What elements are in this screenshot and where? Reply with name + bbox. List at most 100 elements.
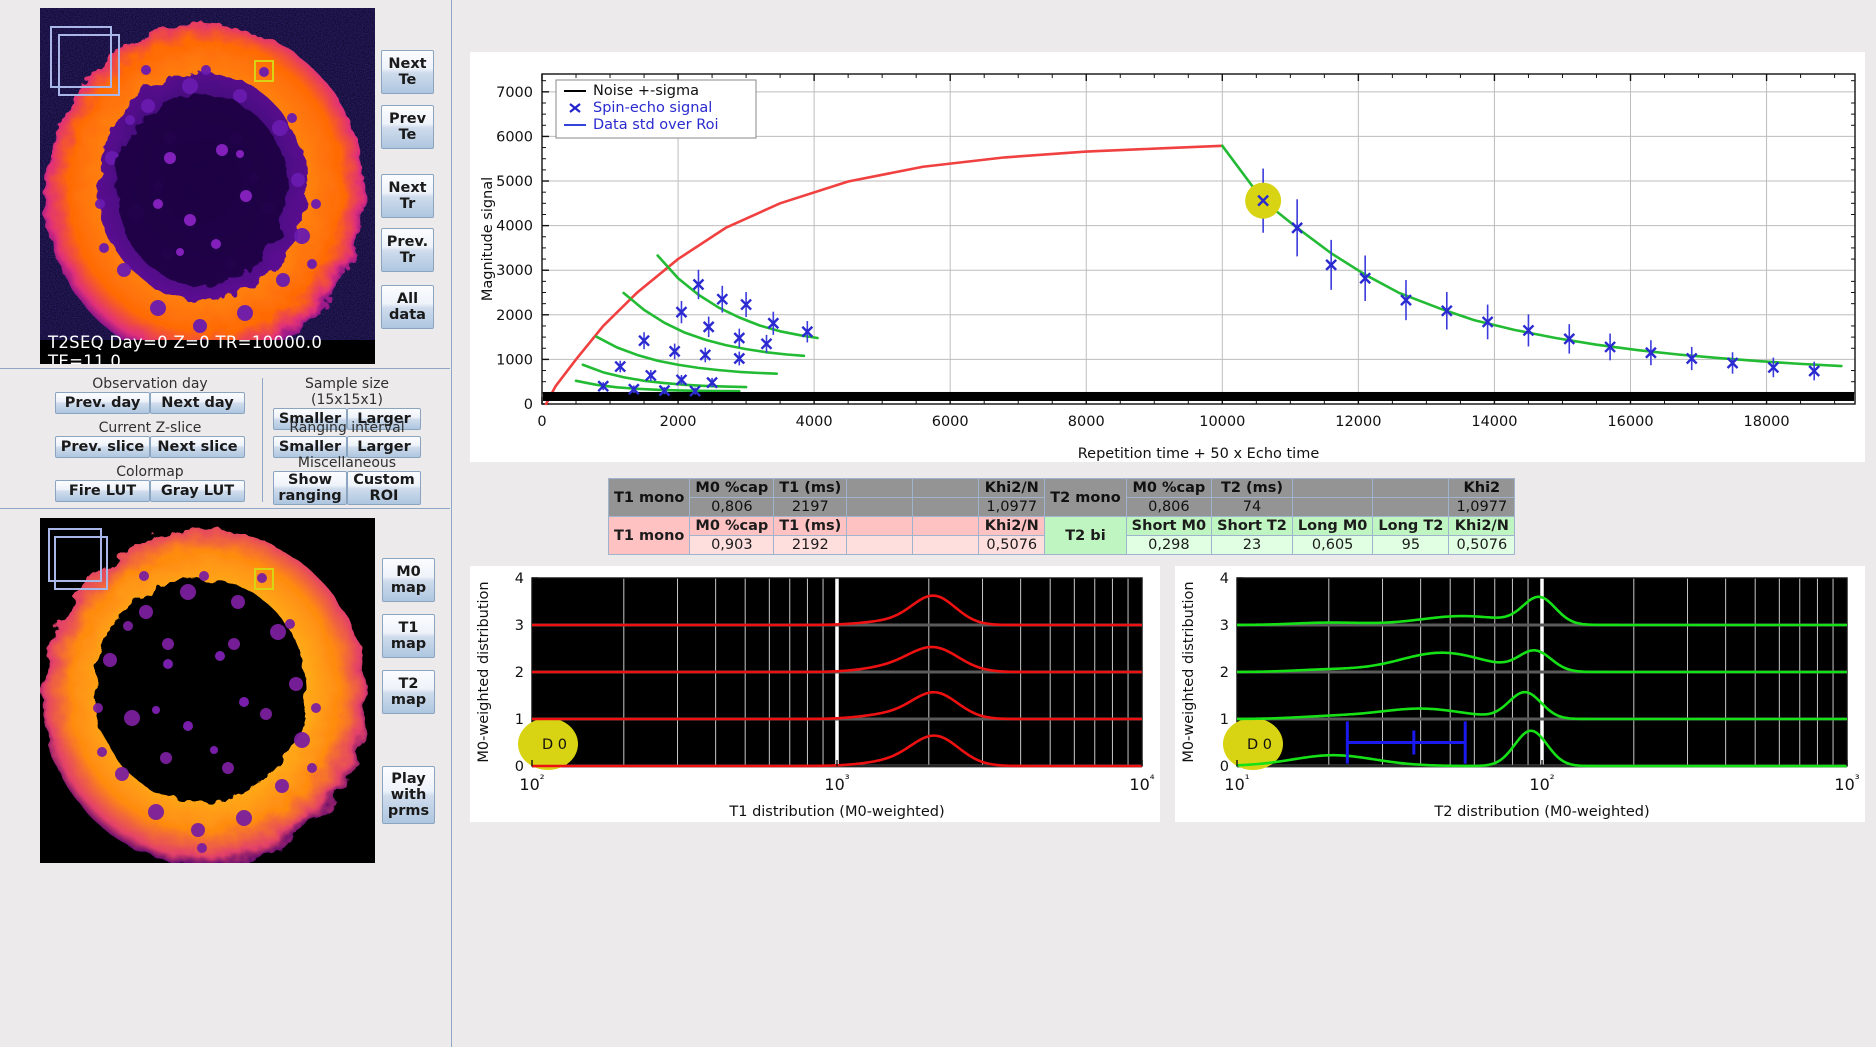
gray-lut-button[interactable]: Gray LUT	[150, 480, 245, 502]
t2-bi-v2: 0,605	[1291, 535, 1374, 555]
main-signal-plot[interactable]: 0 1000 2000 3000 4000 5000 6000 7000 0 2000 4000 60…	[470, 52, 1865, 462]
sample-box-bottom[interactable]	[254, 568, 274, 590]
t2-mono-v0: 0,806	[1125, 497, 1213, 517]
main-signal-plot-canvas[interactable]: 0 1000 2000 3000 4000 5000 6000 7000 0 2000 4000 60…	[470, 52, 1865, 462]
t1-distribution-plot[interactable]: 01234D 0 10² 10³ 10⁴ T1 distribution (M0-wei…	[470, 566, 1160, 822]
prev-tr-line1: Prev.	[386, 233, 429, 250]
svg-text:3: 3	[1220, 618, 1229, 634]
t1-mono-row-label: T1 mono	[607, 478, 691, 517]
t2-mono-h1: T2 (ms)	[1211, 478, 1293, 498]
t1-bi-v2	[846, 535, 914, 555]
miscellaneous-group: Miscellaneous Show ranging Custom ROI	[273, 455, 421, 505]
play-with-prms-button[interactable]: Play with prms	[382, 766, 435, 824]
ranging-interval-caption: Ranging interval	[289, 420, 405, 436]
t2-mono-v2	[1291, 497, 1374, 517]
prev-day-button[interactable]: Prev. day	[55, 392, 150, 414]
observation-day-caption: Observation day	[92, 376, 208, 392]
svg-text:0: 0	[537, 414, 546, 430]
svg-text:0: 0	[524, 397, 533, 413]
t1-bi-v4: 0,5076	[978, 535, 1046, 555]
fire-lut-button[interactable]: Fire LUT	[55, 480, 150, 502]
t2-distribution-canvas[interactable]: 01234D 010¹ 10² 10³T2 distribution (M0-wei…	[1175, 566, 1865, 822]
t1-mono-v1: 2197	[773, 497, 848, 517]
t2-mono-h0: M0 %cap	[1125, 478, 1213, 498]
legend-label-1: Spin-echo signal	[593, 100, 712, 116]
svg-text:2000: 2000	[660, 414, 697, 430]
controls-bottom-divider	[0, 508, 450, 509]
sample-box-top[interactable]	[254, 60, 274, 82]
t2-bi-h2: Long M0	[1291, 516, 1374, 536]
next-tr-button[interactable]: Next Tr	[381, 174, 434, 218]
mri-image-bottom[interactable]	[40, 518, 375, 863]
next-te-line1: Next	[388, 55, 427, 72]
roi-box-inner[interactable]	[58, 34, 120, 96]
svg-text:2000: 2000	[496, 308, 533, 324]
next-te-button[interactable]: Next Te	[381, 50, 434, 94]
left-panel-divider	[451, 0, 452, 1047]
svg-text:3000: 3000	[496, 263, 533, 279]
prev-tr-line2: Tr	[399, 250, 416, 266]
all-data-line2: data	[389, 307, 426, 323]
dist-ylabel: M0-weighted distribution	[1181, 581, 1197, 762]
t2-map-line1: T2	[398, 675, 419, 692]
t2-mono-v1: 74	[1211, 497, 1293, 517]
colormap-caption: Colormap	[116, 464, 184, 480]
show-ranging-button[interactable]: Show ranging	[273, 471, 347, 505]
day-badge-label: D 0	[542, 737, 567, 753]
t2-map-button[interactable]: T2 map	[382, 670, 435, 714]
dist-ylabel: M0-weighted distribution	[476, 581, 492, 762]
t2-mono-v3	[1372, 497, 1450, 517]
right-background	[470, 826, 1865, 838]
svg-text:1: 1	[1220, 712, 1229, 728]
fit-parameters-table: T1 mono M0 %cap T1 (ms) Khi2/N T2 mono M…	[607, 478, 1516, 555]
m0-map-line1: M0	[396, 563, 421, 580]
dist-xlabel: T2 distribution (M0-weighted)	[1433, 804, 1649, 820]
next-te-line2: Te	[398, 72, 417, 88]
t1-map-line1: T1	[398, 619, 419, 636]
z-slice-caption: Current Z-slice	[98, 420, 202, 436]
roi-box-inner-bottom[interactable]	[54, 536, 108, 590]
sample-size-caption: Sample size (15x15x1)	[304, 376, 390, 408]
mri-image-top[interactable]: T2SEQ Day=0 Z=0 TR=10000.0 TE=11.0	[40, 8, 375, 364]
t2-distribution-plot[interactable]: 01234D 0 10¹ 10² 10³ T2 distribution (M0-wei…	[1175, 566, 1865, 822]
main-plot-ylabel: Magnitude signal	[480, 177, 496, 301]
t2-bi-h0: Short M0	[1125, 516, 1213, 536]
prev-te-line2: Te	[398, 127, 417, 143]
t1-map-line2: map	[390, 636, 427, 652]
svg-text:4000: 4000	[796, 414, 833, 430]
all-data-button[interactable]: All data	[381, 285, 434, 329]
custom-roi-button[interactable]: Custom ROI	[347, 471, 421, 505]
prev-slice-button[interactable]: Prev. slice	[55, 436, 150, 458]
z-slice-group: Current Z-slice Prev. slice Next slice	[55, 420, 245, 458]
prev-te-button[interactable]: Prev Te	[381, 105, 434, 149]
t1-mono-h1: T1 (ms)	[773, 478, 848, 498]
t2-bi-v1: 23	[1211, 535, 1293, 555]
t2-mono-v4: 1,0977	[1448, 497, 1516, 517]
t1-bi-v1: 2192	[773, 535, 848, 555]
t2-bi-h3: Long T2	[1372, 516, 1450, 536]
svg-text:16000: 16000	[1607, 414, 1653, 430]
t2-mono-h2	[1291, 478, 1374, 498]
svg-text:8000: 8000	[1068, 414, 1105, 430]
t2-bi-row-label: T2 bi	[1044, 516, 1127, 555]
prev-tr-button[interactable]: Prev. Tr	[381, 228, 434, 272]
t1-mono-h4: Khi2/N	[978, 478, 1046, 498]
svg-text:7000: 7000	[496, 85, 533, 101]
m0-map-line2: map	[390, 580, 427, 596]
m0-map-button[interactable]: M0 map	[382, 558, 435, 602]
play-prms-line2: with	[390, 786, 427, 803]
t1-map-button[interactable]: T1 map	[382, 614, 435, 658]
next-tr-line2: Tr	[399, 196, 416, 212]
t1-bi-v0: 0,903	[689, 535, 775, 555]
play-prms-line3: prms	[387, 803, 430, 820]
t2-mono-h4: Khi2	[1448, 478, 1516, 498]
ranging-interval-group: Ranging interval Smaller Larger	[273, 420, 421, 458]
t2-mono-row-label: T2 mono	[1044, 478, 1127, 517]
svg-text:4: 4	[1220, 571, 1229, 587]
t2-map-line2: map	[390, 692, 427, 708]
next-slice-button[interactable]: Next slice	[150, 436, 245, 458]
t1-bi-v3	[912, 535, 980, 555]
t1-distribution-canvas[interactable]: 01234D 010² 10³ 10⁴T1 distribution (M0-wei…	[470, 566, 1160, 822]
next-day-button[interactable]: Next day	[150, 392, 245, 414]
svg-text:18000: 18000	[1743, 414, 1789, 430]
